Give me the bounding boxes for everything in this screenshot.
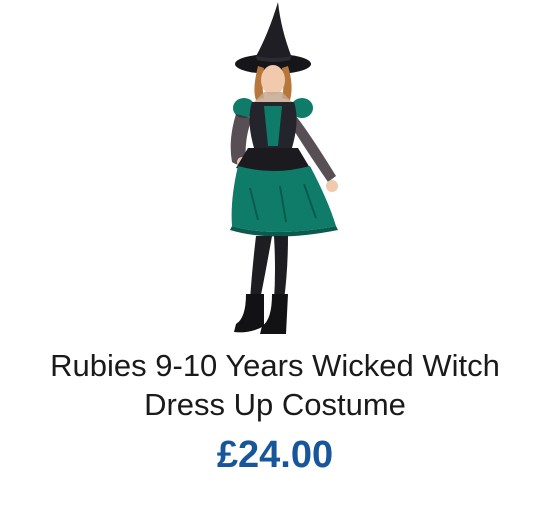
- product-card[interactable]: Rubies 9-10 Years Wicked Witch Dress Up …: [0, 0, 550, 520]
- product-title-line-2[interactable]: Dress Up Costume: [0, 385, 550, 424]
- product-title[interactable]: Rubies 9-10 Years Wicked Witch Dress Up …: [0, 346, 550, 424]
- face: [261, 65, 285, 95]
- skirt: [231, 166, 336, 232]
- legs: [250, 236, 288, 300]
- witch-hat: [235, 2, 311, 74]
- boots: [234, 294, 288, 334]
- product-price: £24.00: [216, 434, 334, 476]
- product-image[interactable]: [160, 0, 390, 340]
- product-title-line-1[interactable]: Rubies 9-10 Years Wicked Witch: [0, 346, 550, 385]
